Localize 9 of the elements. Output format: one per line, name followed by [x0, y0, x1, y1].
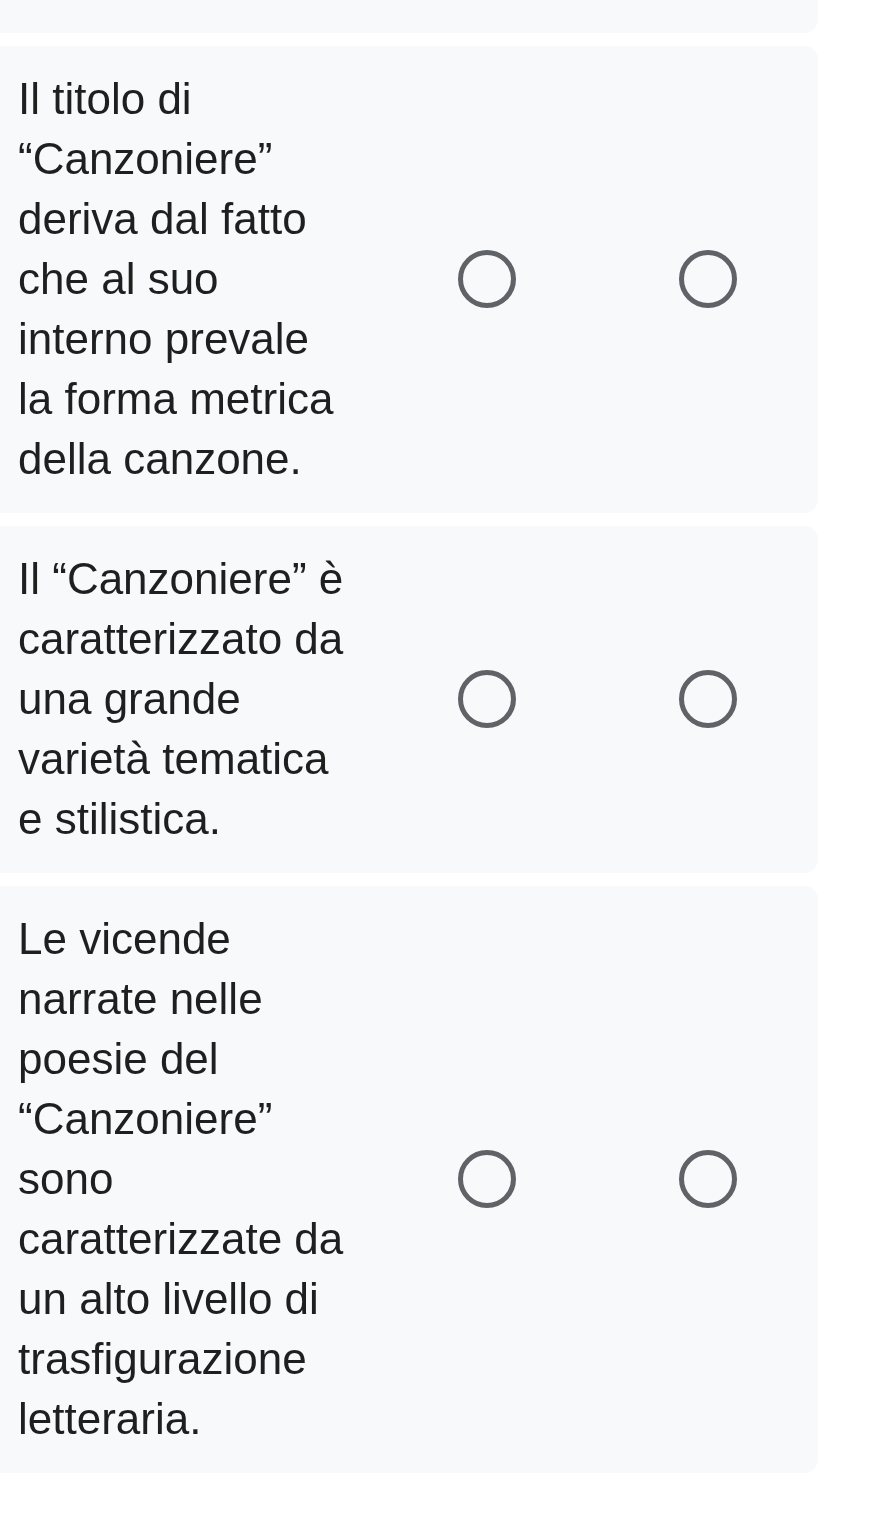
radio-button[interactable] — [679, 1150, 737, 1208]
radio-button[interactable] — [458, 1150, 516, 1208]
radio-button[interactable] — [679, 250, 737, 308]
radio-button[interactable] — [458, 670, 516, 728]
statement-text: Il “Canzoniere” è caratterizzato da una grande varietà tematica e stilistica. — [18, 553, 345, 845]
statement-text: Le vicende narrate nelle poesie del “Canzoniere” sono caratterizzate da un alto livello di trasfigurazione letteraria. — [18, 913, 345, 1445]
radio-button[interactable] — [679, 670, 737, 728]
radio-button[interactable] — [458, 250, 516, 308]
statement-text: Il titolo di “Canzoniere” deriva dal fatto che al suo interno prevale la forma metrica della canzone. — [18, 73, 335, 485]
